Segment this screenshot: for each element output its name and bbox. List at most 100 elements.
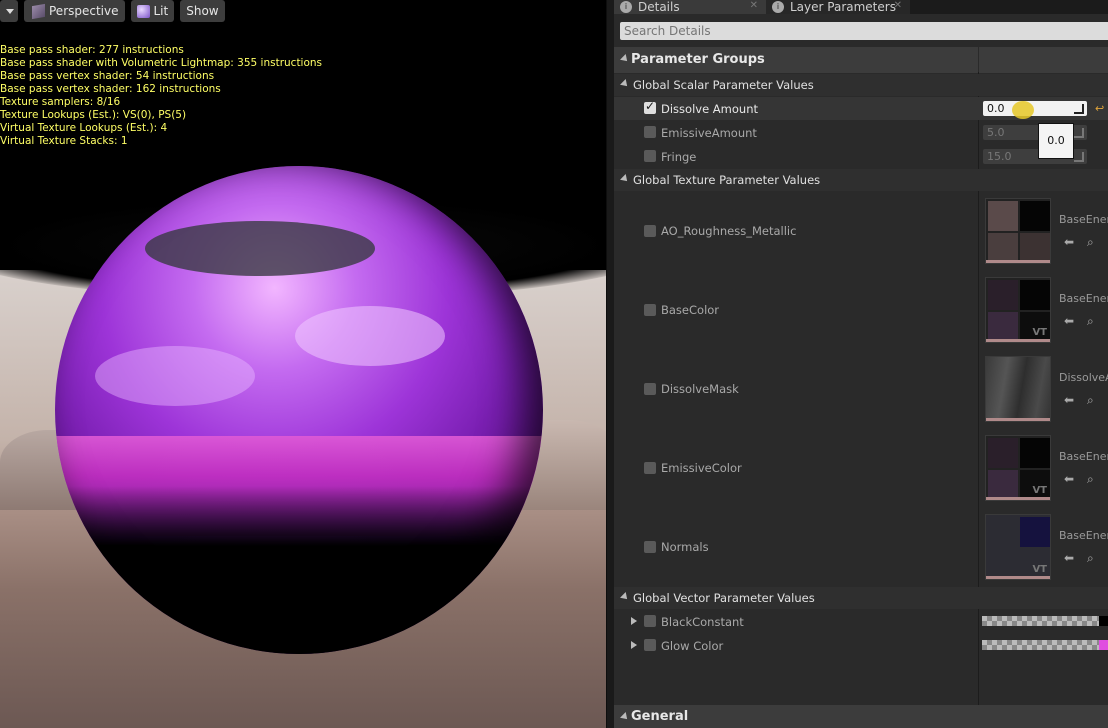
use-selected-asset-icon[interactable]: ⬅: [1064, 314, 1074, 328]
group-title: Global Vector Parameter Values: [633, 591, 815, 605]
expand-arrow-icon[interactable]: [631, 617, 637, 625]
stat-line: Base pass shader with Volumetric Lightma…: [0, 57, 323, 69]
category-parameter-groups[interactable]: Parameter Groups: [614, 47, 1108, 73]
texture-thumbnail[interactable]: VT: [985, 277, 1051, 343]
virtual-texture-badge: VT: [1032, 485, 1047, 496]
param-enable-checkbox[interactable]: [644, 639, 656, 651]
texture-thumbnail[interactable]: [985, 356, 1051, 422]
virtual-texture-badge: VT: [1032, 564, 1047, 575]
show-button[interactable]: Show: [180, 0, 225, 22]
drag-handle-icon: [1074, 128, 1084, 138]
group-title: Global Texture Parameter Values: [633, 173, 821, 187]
texture-asset-name: BaseEnen: [1059, 529, 1108, 542]
color-swatch[interactable]: [982, 616, 1108, 626]
panel-tabs: i Details ✕ i Layer Parameters ✕: [614, 0, 1108, 14]
drag-handle-icon: [1074, 152, 1084, 162]
category-title: Parameter Groups: [631, 52, 765, 67]
group-vector-parameters[interactable]: Global Vector Parameter Values: [614, 587, 1108, 609]
details-tab-icon: i: [620, 1, 632, 13]
browse-asset-icon[interactable]: ⌕: [1087, 393, 1094, 408]
param-enable-checkbox[interactable]: [644, 304, 656, 316]
close-icon[interactable]: ✕: [750, 0, 758, 11]
param-enable-checkbox[interactable]: [644, 462, 656, 474]
stat-line: Texture Lookups (Est.): VS(0), PS(5): [0, 109, 187, 121]
param-enable-checkbox[interactable]: [644, 150, 656, 162]
param-name: EmissiveAmount: [661, 126, 757, 140]
expand-arrow-icon: [620, 592, 630, 602]
viewport-options-button[interactable]: [0, 0, 18, 22]
group-texture-parameters[interactable]: Global Texture Parameter Values: [614, 169, 1108, 191]
use-selected-asset-icon[interactable]: ⬅: [1064, 551, 1074, 565]
lit-label: Lit: [153, 4, 169, 18]
dissolve-amount-input[interactable]: 0.0: [983, 101, 1087, 116]
close-icon[interactable]: ✕: [894, 0, 902, 11]
expand-arrow-icon[interactable]: [631, 641, 637, 649]
virtual-texture-badge: VT: [1032, 327, 1047, 338]
param-name: AO_Roughness_Metallic: [661, 224, 797, 238]
texture-thumbnail[interactable]: [985, 198, 1051, 264]
tab-layer-parameters[interactable]: i Layer Parameters ✕: [766, 0, 910, 14]
expand-arrow-icon: [620, 54, 630, 64]
group-scalar-parameters[interactable]: Global Scalar Parameter Values: [614, 74, 1108, 96]
browse-asset-icon[interactable]: ⌕: [1087, 472, 1094, 487]
param-name: BlackConstant: [661, 615, 744, 629]
shader-stats: Base pass shader: 277 instructions Base …: [0, 44, 322, 148]
perspective-button[interactable]: Perspective: [24, 0, 125, 22]
texture-asset-name: BaseEnen: [1059, 213, 1108, 226]
param-enable-checkbox[interactable]: [644, 99, 656, 114]
expand-arrow-icon: [620, 712, 630, 722]
chevron-down-icon: [6, 8, 14, 14]
param-enable-checkbox[interactable]: [644, 383, 656, 395]
category-general[interactable]: General: [614, 705, 1108, 728]
param-name: BaseColor: [661, 303, 720, 317]
param-value: 0.0: [987, 102, 1005, 115]
browse-asset-icon[interactable]: ⌕: [1087, 551, 1094, 566]
use-selected-asset-icon[interactable]: ⬅: [1064, 235, 1074, 249]
drag-cursor-icon: [1012, 101, 1034, 119]
texture-asset-name: DissolveA: [1059, 371, 1108, 384]
details-panel: i Details ✕ i Layer Parameters ✕ Paramet…: [614, 0, 1108, 728]
param-name: Glow Color: [661, 639, 724, 653]
reset-to-default-icon[interactable]: ↩: [1095, 102, 1104, 115]
viewport-toolbar: Perspective Lit Show: [0, 0, 225, 24]
param-value: 5.0: [987, 126, 1005, 139]
stat-line: Virtual Texture Lookups (Est.): 4: [0, 122, 168, 134]
show-label: Show: [186, 4, 219, 18]
tab-details-label: Details: [638, 0, 680, 14]
lit-button[interactable]: Lit: [130, 0, 175, 22]
param-name: Dissolve Amount: [661, 102, 758, 116]
tab-layer-parameters-label: Layer Parameters: [790, 0, 896, 14]
tab-details[interactable]: i Details ✕: [614, 0, 766, 14]
use-selected-asset-icon[interactable]: ⬅: [1064, 472, 1074, 486]
color-swatch[interactable]: [982, 640, 1108, 650]
browse-asset-icon[interactable]: ⌕: [1087, 235, 1094, 250]
param-enable-checkbox[interactable]: [644, 615, 656, 627]
layer-parameters-tab-icon: i: [772, 1, 784, 13]
color-swatch-fill: [1099, 616, 1108, 626]
param-enable-checkbox[interactable]: [644, 541, 656, 553]
expand-arrow-icon: [620, 174, 630, 184]
stat-line: Texture samplers: 8/16: [0, 96, 121, 108]
group-title: Global Scalar Parameter Values: [633, 78, 814, 92]
texture-asset-name: BaseEnen: [1059, 292, 1108, 305]
stat-line: Base pass vertex shader: 162 instruction…: [0, 83, 221, 95]
stat-line: Base pass shader: 277 instructions: [0, 44, 184, 56]
category-title: General: [631, 709, 689, 724]
texture-asset-name: BaseEnen: [1059, 450, 1108, 463]
material-preview-viewport[interactable]: Perspective Lit Show Base pass shader: 2…: [0, 0, 606, 728]
param-enable-checkbox[interactable]: [644, 225, 656, 237]
param-name: Normals: [661, 540, 709, 554]
color-swatch-fill: [1099, 640, 1108, 650]
lit-sphere-icon: [136, 4, 150, 18]
browse-asset-icon[interactable]: ⌕: [1087, 314, 1094, 329]
param-value: 15.0: [987, 150, 1012, 163]
texture-thumbnail[interactable]: VT: [985, 514, 1051, 580]
param-enable-checkbox[interactable]: [644, 126, 656, 138]
stat-line: Virtual Texture Stacks: 1: [0, 135, 128, 147]
texture-thumbnail[interactable]: VT: [985, 435, 1051, 501]
drag-handle-icon: [1074, 104, 1084, 114]
search-details-input[interactable]: [620, 22, 1108, 40]
use-selected-asset-icon[interactable]: ⬅: [1064, 393, 1074, 407]
expand-arrow-icon: [620, 79, 630, 89]
preview-sphere[interactable]: [55, 166, 543, 654]
